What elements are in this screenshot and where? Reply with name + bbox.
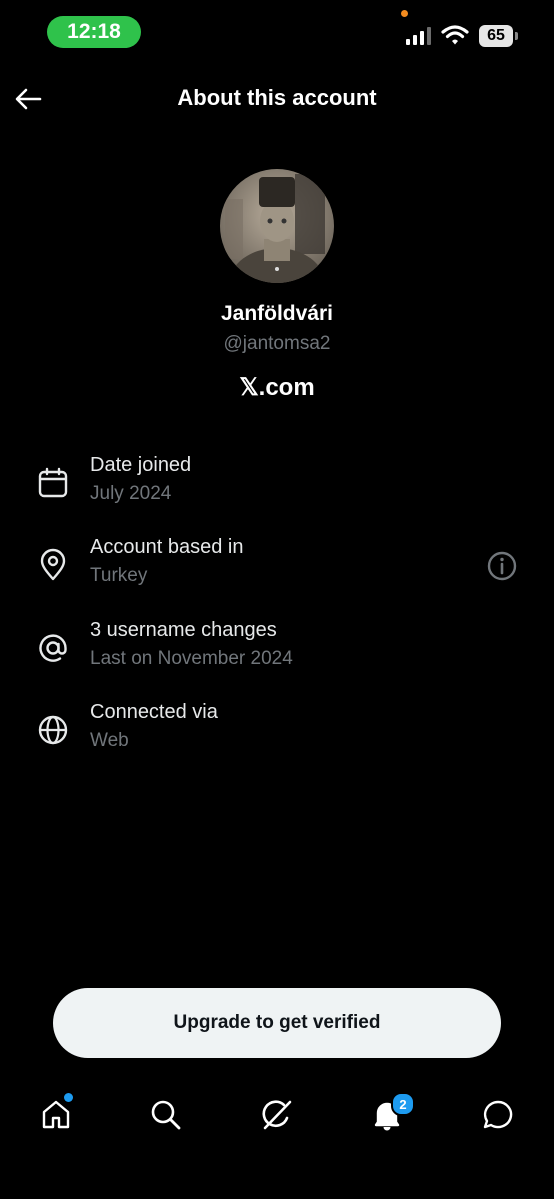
tab-messages[interactable] — [468, 1085, 528, 1145]
avatar[interactable] — [220, 169, 334, 283]
detail-row-location: Account based in Turkey — [0, 536, 554, 606]
detail-label: 3 username changes — [90, 619, 277, 641]
privacy-indicator-dot — [401, 10, 408, 17]
search-icon — [151, 1100, 181, 1130]
calendar-icon — [38, 467, 68, 498]
tab-search[interactable] — [136, 1085, 196, 1145]
upgrade-button[interactable]: Upgrade to get verified — [53, 988, 501, 1058]
battery-icon: 65 — [479, 25, 513, 47]
site-label: 𝕏.com — [239, 374, 315, 401]
detail-value: Web — [90, 730, 129, 751]
detail-label: Connected via — [90, 701, 218, 723]
detail-label: Date joined — [90, 454, 192, 476]
home-icon — [42, 1100, 70, 1129]
battery-tip — [515, 32, 518, 40]
tab-notifications[interactable]: 2 — [357, 1085, 417, 1145]
page-title: About this account — [177, 85, 377, 110]
bottom-tab-bar: 2 — [0, 1085, 554, 1145]
detail-value: Last on November 2024 — [90, 648, 293, 669]
signal-icon — [406, 27, 431, 45]
at-sign-icon — [39, 634, 67, 662]
battery-level: 65 — [487, 27, 505, 44]
display-name: Janföldvári — [220, 302, 334, 325]
status-time[interactable]: 12:18 — [47, 16, 141, 48]
info-icon[interactable] — [486, 550, 518, 582]
grok-icon — [262, 1100, 292, 1130]
tab-grok[interactable] — [247, 1085, 307, 1145]
detail-row-date-joined: Date joined July 2024 — [0, 454, 554, 524]
notification-dot — [64, 1093, 73, 1102]
detail-row-connected-via: Connected via Web — [0, 701, 554, 771]
detail-row-username-changes: 3 username changes Last on November 2024 — [0, 619, 554, 689]
detail-value: Turkey — [90, 565, 148, 586]
globe-icon — [38, 715, 68, 745]
detail-label: Account based in — [90, 536, 244, 558]
wifi-icon — [441, 25, 469, 45]
header: About this account — [0, 75, 554, 123]
location-pin-icon — [40, 548, 66, 581]
status-bar: 12:18 65 — [0, 0, 554, 64]
user-handle: @jantomsa2 — [223, 333, 331, 354]
notification-count-badge: 2 — [391, 1092, 415, 1116]
tab-home[interactable] — [26, 1085, 86, 1145]
detail-value: July 2024 — [90, 483, 172, 504]
chat-bubble-icon — [483, 1100, 513, 1129]
